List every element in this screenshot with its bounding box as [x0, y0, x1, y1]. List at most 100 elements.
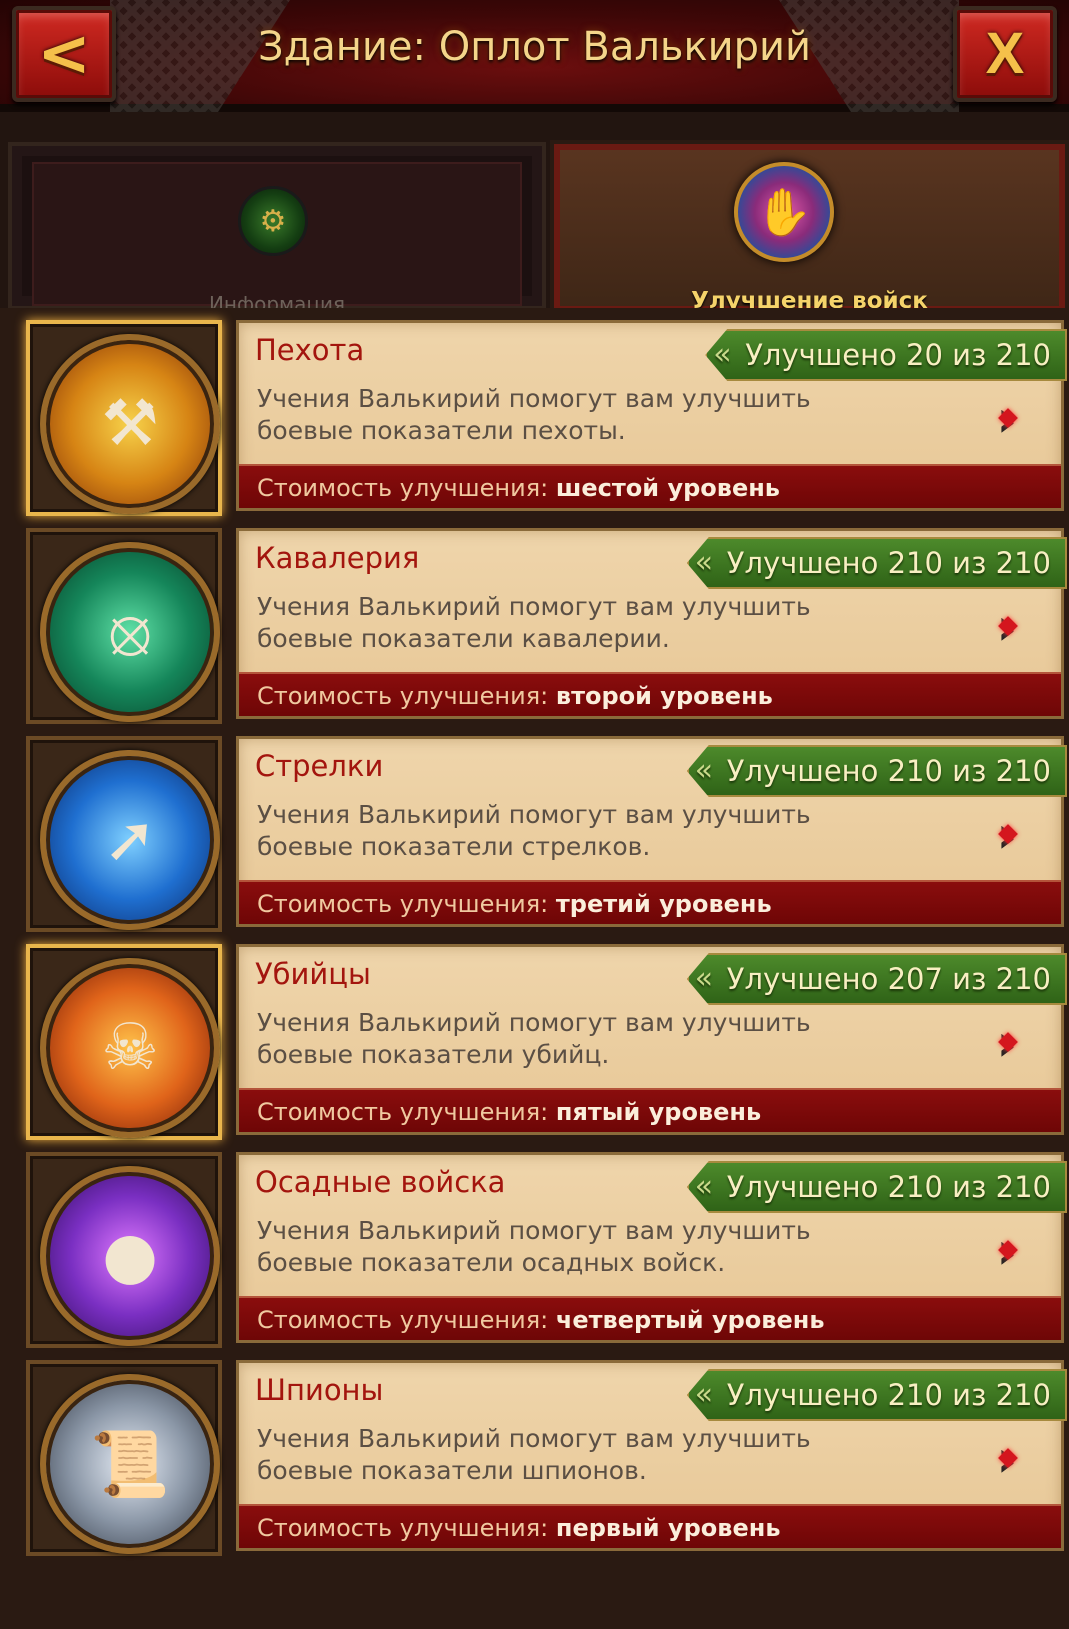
close-button[interactable]: X	[953, 6, 1057, 102]
upgrade-cost-level: четвертый уровень	[555, 1306, 825, 1334]
gauntlet-icon: ✋	[734, 162, 834, 262]
upgrade-progress-text: Улучшено 210 из 210	[726, 1378, 1051, 1412]
unit-panel: Убийцы « Улучшено 207 из 210 Учения Валь…	[236, 944, 1067, 1135]
upgrade-progress-text: Улучшено 20 из 210	[745, 338, 1051, 372]
catapult-stone-icon: ●	[40, 1166, 220, 1346]
tab-information[interactable]: ⚙ Информация	[8, 142, 546, 316]
open-unit-button[interactable]: ›	[981, 595, 1033, 659]
unit-name: Кавалерия	[255, 541, 420, 575]
unit-description-line2: боевые показатели шпионов.	[257, 1456, 647, 1485]
upgrade-cost-level: пятый уровень	[555, 1098, 762, 1126]
close-icon: X	[985, 21, 1025, 86]
unit-portrait: ●	[26, 1152, 222, 1348]
unit-portrait: ⦻	[26, 528, 222, 724]
upgrade-progress-badge: « Улучшено 210 из 210	[686, 537, 1067, 589]
upgrade-progress-badge: « Улучшено 207 из 210	[686, 953, 1067, 1005]
axe-skull-icon: ☠	[40, 958, 220, 1138]
hammer-shield-icon: ⚒	[40, 334, 220, 514]
upgrade-progress-text: Улучшено 207 из 210	[726, 962, 1051, 996]
upgrade-progress-badge: « Улучшено 210 из 210	[686, 1369, 1067, 1421]
unit-row-assassins[interactable]: ☠ Убийцы « Улучшено 207 из 210 Учения Ва…	[18, 932, 1067, 1140]
tab-bar: ⚙ Информация ✋ Улучшение войск	[0, 112, 1069, 316]
upgrade-progress-text: Улучшено 210 из 210	[726, 1170, 1051, 1204]
upgrade-cost-bar: Стоимость улучшения: первый уровень	[239, 1504, 1061, 1548]
upgrade-cost-level: первый уровень	[555, 1514, 781, 1542]
upgrade-cost-label: Стоимость улучшения:	[257, 890, 549, 918]
upgrade-progress-badge: « Улучшено 20 из 210	[705, 329, 1067, 381]
unit-name: Шпионы	[255, 1373, 384, 1407]
upgrade-cost-label: Стоимость улучшения:	[257, 1306, 549, 1334]
unit-panel: Кавалерия « Улучшено 210 из 210 Учения В…	[236, 528, 1067, 719]
unit-description-line2: боевые показатели стрелков.	[257, 832, 651, 861]
unit-description-line2: боевые показатели осадных войск.	[257, 1248, 726, 1277]
chevron-left-icon: «	[713, 337, 732, 372]
unit-description-line1: Учения Валькирий помогут вам улучшить	[257, 1216, 811, 1245]
unit-description: Учения Валькирий помогут вам улучшить бо…	[257, 1423, 907, 1487]
unit-description-line1: Учения Валькирий помогут вам улучшить	[257, 1008, 811, 1037]
unit-name: Пехота	[255, 333, 365, 367]
unit-description: Учения Валькирий помогут вам улучшить бо…	[257, 591, 907, 655]
unit-row-spies[interactable]: 📜 Шпионы « Улучшено 210 из 210 Учения Ва…	[18, 1348, 1067, 1556]
tab-troop-upgrade[interactable]: ✋ Улучшение войск	[550, 140, 1069, 316]
unit-portrait: 📜	[26, 1360, 222, 1556]
upgrade-progress-text: Улучшено 210 из 210	[726, 754, 1051, 788]
bow-icon: ➚	[40, 750, 220, 930]
unit-portrait: ➚	[26, 736, 222, 932]
unit-description-line2: боевые показатели убийц.	[257, 1040, 610, 1069]
open-unit-button[interactable]: ›	[981, 387, 1033, 451]
unit-description: Учения Валькирий помогут вам улучшить бо…	[257, 383, 907, 447]
upgrade-cost-bar: Стоимость улучшения: четвертый уровень	[239, 1296, 1061, 1340]
unit-portrait: ⚒	[26, 320, 222, 516]
unit-description-line2: боевые показатели пехоты.	[257, 416, 626, 445]
unit-name: Убийцы	[255, 957, 371, 991]
upgrade-cost-level: третий уровень	[555, 890, 772, 918]
unit-description-line2: боевые показатели кавалерии.	[257, 624, 670, 653]
unit-description-line1: Учения Валькирий помогут вам улучшить	[257, 800, 811, 829]
unit-panel: Пехота « Улучшено 20 из 210 Учения Вальк…	[236, 320, 1067, 511]
upgrade-cost-bar: Стоимость улучшения: третий уровень	[239, 880, 1061, 924]
open-unit-button[interactable]: ›	[981, 1011, 1033, 1075]
upgrade-cost-bar: Стоимость улучшения: второй уровень	[239, 672, 1061, 716]
chevron-left-icon: «	[694, 961, 714, 996]
upgrade-cost-level: второй уровень	[555, 682, 773, 710]
unit-description-line1: Учения Валькирий помогут вам улучшить	[257, 592, 811, 621]
chevron-left-icon: «	[694, 1169, 714, 1204]
upgrade-progress-text: Улучшено 210 из 210	[726, 546, 1051, 580]
unit-description: Учения Валькирий помогут вам улучшить бо…	[257, 1007, 907, 1071]
upgrade-cost-label: Стоимость улучшения:	[257, 474, 549, 502]
page-title: Здание: Оплот Валькирий	[257, 24, 812, 70]
upgrade-cost-label: Стоимость улучшения:	[257, 682, 549, 710]
unit-row-archers[interactable]: ➚ Стрелки « Улучшено 210 из 210 Учения В…	[18, 724, 1067, 932]
unit-description-line1: Учения Валькирий помогут вам улучшить	[257, 384, 811, 413]
open-unit-button[interactable]: ›	[981, 803, 1033, 867]
unit-row-infantry[interactable]: ⚒ Пехота « Улучшено 20 из 210 Учения Вал…	[18, 308, 1067, 516]
upgrade-cost-label: Стоимость улучшения:	[257, 1098, 549, 1126]
chevron-left-icon: «	[694, 1377, 714, 1412]
upgrade-cost-bar: Стоимость улучшения: пятый уровень	[239, 1088, 1061, 1132]
unit-name: Осадные войска	[255, 1165, 506, 1199]
unit-row-cavalry[interactable]: ⦻ Кавалерия « Улучшено 210 из 210 Учения…	[18, 516, 1067, 724]
unit-row-siege[interactable]: ● Осадные войска « Улучшено 210 из 210 У…	[18, 1140, 1067, 1348]
upgrade-cost-bar: Стоимость улучшения: шестой уровень	[239, 464, 1061, 508]
horseshoe-icon: ⦻	[40, 542, 220, 722]
unit-upgrade-list: ⚒ Пехота « Улучшено 20 из 210 Учения Вал…	[0, 308, 1069, 1629]
unit-description: Учения Валькирий помогут вам улучшить бо…	[257, 1215, 907, 1279]
upgrade-progress-badge: « Улучшено 210 из 210	[686, 1161, 1067, 1213]
unit-panel: Осадные войска « Улучшено 210 из 210 Уче…	[236, 1152, 1067, 1343]
top-bar: < Здание: Оплот Валькирий X	[0, 0, 1069, 118]
upgrade-cost-label: Стоимость улучшения:	[257, 1514, 549, 1542]
torch-icon: ⚙	[238, 186, 308, 256]
unit-panel: Стрелки « Улучшено 210 из 210 Учения Вал…	[236, 736, 1067, 927]
scroll-dagger-icon: 📜	[40, 1374, 220, 1554]
unit-portrait: ☠	[26, 944, 222, 1140]
unit-panel: Шпионы « Улучшено 210 из 210 Учения Валь…	[236, 1360, 1067, 1551]
upgrade-progress-badge: « Улучшено 210 из 210	[686, 745, 1067, 797]
unit-description: Учения Валькирий помогут вам улучшить бо…	[257, 799, 907, 863]
unit-description-line1: Учения Валькирий помогут вам улучшить	[257, 1424, 811, 1453]
open-unit-button[interactable]: ›	[981, 1219, 1033, 1283]
unit-name: Стрелки	[255, 749, 384, 783]
chevron-left-icon: «	[694, 753, 714, 788]
chevron-left-icon: «	[694, 545, 714, 580]
open-unit-button[interactable]: ›	[981, 1427, 1033, 1491]
upgrade-cost-level: шестой уровень	[555, 474, 780, 502]
